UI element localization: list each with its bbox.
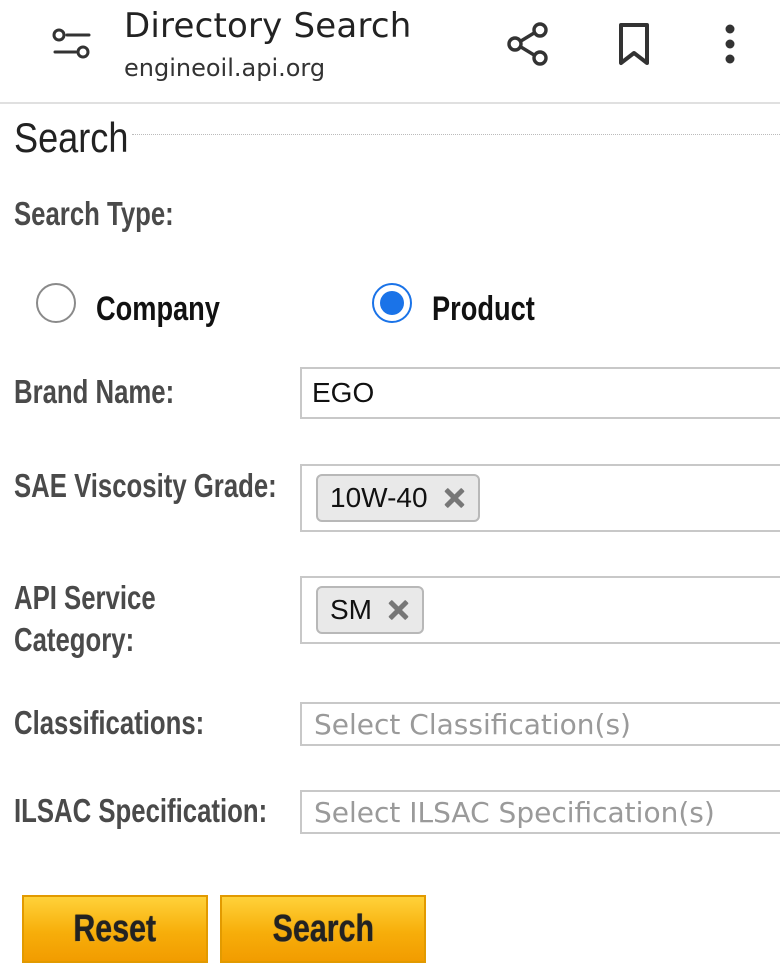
ilsac-label: ILSAC Specification:: [14, 792, 268, 829]
classifications-select[interactable]: [300, 702, 780, 746]
product-radio-label[interactable]: Product: [432, 290, 535, 329]
search-button-label: Search: [272, 907, 374, 950]
radio-option-product[interactable]: Product: [372, 276, 560, 329]
ilsac-input[interactable]: [302, 792, 780, 832]
api-service-label-line2: Category:: [14, 621, 135, 658]
company-radio-label[interactable]: Company: [96, 290, 220, 329]
sae-tag: 10W-40: [316, 474, 480, 522]
api-tag: SM: [316, 586, 424, 634]
brand-name-field[interactable]: [300, 367, 780, 419]
sae-viscosity-label: SAE Viscosity Grade:: [14, 467, 277, 504]
classifications-input[interactable]: [302, 704, 780, 744]
bookmark-icon[interactable]: [606, 16, 662, 72]
company-radio[interactable]: [36, 282, 76, 323]
share-icon[interactable]: [500, 16, 556, 72]
reset-button[interactable]: Reset: [22, 895, 208, 963]
api-service-label-line1: API Service: [14, 579, 156, 616]
sae-viscosity-select[interactable]: 10W-40: [300, 464, 780, 532]
api-tag-text: SM: [330, 594, 372, 625]
radio-option-company[interactable]: Company: [36, 276, 251, 329]
browser-top-bar: Directory Search engineoil.api.org: [0, 0, 780, 104]
api-service-select[interactable]: SM: [300, 576, 780, 644]
more-vertical-icon[interactable]: [702, 16, 758, 72]
sae-tag-text: 10W-40: [330, 482, 428, 513]
ilsac-select[interactable]: [300, 790, 780, 834]
brand-name-input[interactable]: [302, 369, 780, 417]
remove-tag-icon[interactable]: [442, 486, 466, 510]
reset-button-label: Reset: [73, 907, 157, 950]
classifications-label: Classifications:: [14, 704, 205, 741]
api-service-label: API Service Category:: [14, 577, 156, 661]
section-divider: [132, 134, 780, 135]
page-title: Directory Search: [124, 6, 412, 46]
page-url[interactable]: engineoil.api.org: [124, 54, 325, 82]
tune-sliders-icon[interactable]: [44, 20, 100, 68]
app-root: Directory Search engineoil.api.org Searc…: [0, 0, 780, 976]
brand-name-label: Brand Name:: [14, 373, 175, 410]
search-button[interactable]: Search: [220, 895, 426, 963]
product-radio[interactable]: [372, 282, 412, 323]
remove-tag-icon[interactable]: [386, 598, 410, 622]
search-type-label: Search Type:: [14, 195, 174, 232]
section-title: Search: [14, 114, 129, 161]
